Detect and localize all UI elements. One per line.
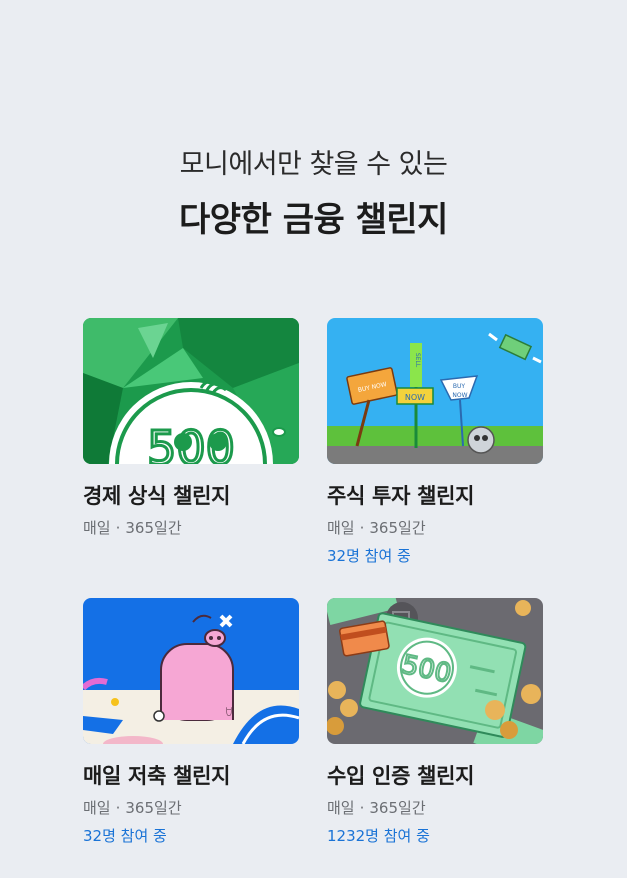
savings-thumbnail: ꇴ <box>83 598 299 744</box>
economy-thumbnail: 500 <box>83 318 299 464</box>
income-thumbnail: 500 <box>327 598 543 744</box>
challenge-name: 주식 투자 챌린지 <box>327 484 475 508</box>
participant-count: 32명 참여 중 <box>327 547 411 565</box>
challenge-frequency: 매일 <box>327 799 355 817</box>
separator: · <box>359 519 365 537</box>
challenge-name: 경제 상식 챌린지 <box>83 484 231 508</box>
challenge-duration: 365일간 <box>125 799 182 817</box>
challenge-schedule: 매일 · 365일간 <box>327 517 426 538</box>
challenge-schedule: 매일 · 365일간 <box>83 797 182 818</box>
svg-text:BUY: BUY <box>453 383 466 390</box>
separator: · <box>115 519 121 537</box>
challenge-card-stock[interactable]: BUY NOW SELL NOW BUY NOW 주식 투자 챌린지 매일 · 36… <box>327 318 543 565</box>
separator: · <box>359 799 365 817</box>
challenge-frequency: 매일 <box>327 519 355 537</box>
challenge-frequency: 매일 <box>83 519 111 537</box>
participant-count: 32명 참여 중 <box>83 827 167 845</box>
challenge-duration: 365일간 <box>125 519 182 537</box>
svg-text:NOW: NOW <box>405 393 425 402</box>
stock-thumbnail: BUY NOW SELL NOW BUY NOW <box>327 318 543 464</box>
challenge-duration: 365일간 <box>369 519 426 537</box>
page-title: 다양한 금융 챌린지 <box>179 200 448 240</box>
challenge-card-economy[interactable]: 500 경제 상식 챌린지 매일·365일간 <box>83 318 299 537</box>
challenge-name: 매일 저축 챌린지 <box>83 764 231 788</box>
page-subtitle: 모니에서만 찾을 수 있는 <box>179 149 448 180</box>
challenge-schedule: 매일 · 365일간 <box>83 517 182 538</box>
participant-count: 1232명 참여 중 <box>327 827 430 845</box>
challenge-name: 수입 인증 챌린지 <box>327 764 475 788</box>
separator: · <box>115 799 121 817</box>
svg-text:NOW: NOW <box>452 392 467 399</box>
challenge-duration: 365일간 <box>369 799 426 817</box>
svg-text:ꇴ: ꇴ <box>225 707 233 719</box>
svg-text:SELL: SELL <box>414 353 421 368</box>
challenge-frequency: 매일 <box>83 799 111 817</box>
challenge-schedule: 매일 · 365일간 <box>327 797 426 818</box>
challenge-card-income[interactable]: 500 수입 인증 챌린지 매일 · 365일간 1232명 참여 중 <box>327 598 543 845</box>
challenge-card-savings[interactable]: ꇴ 매일 저축 챌린지 매일 · 365일간 32명 참여 중 <box>83 598 299 845</box>
